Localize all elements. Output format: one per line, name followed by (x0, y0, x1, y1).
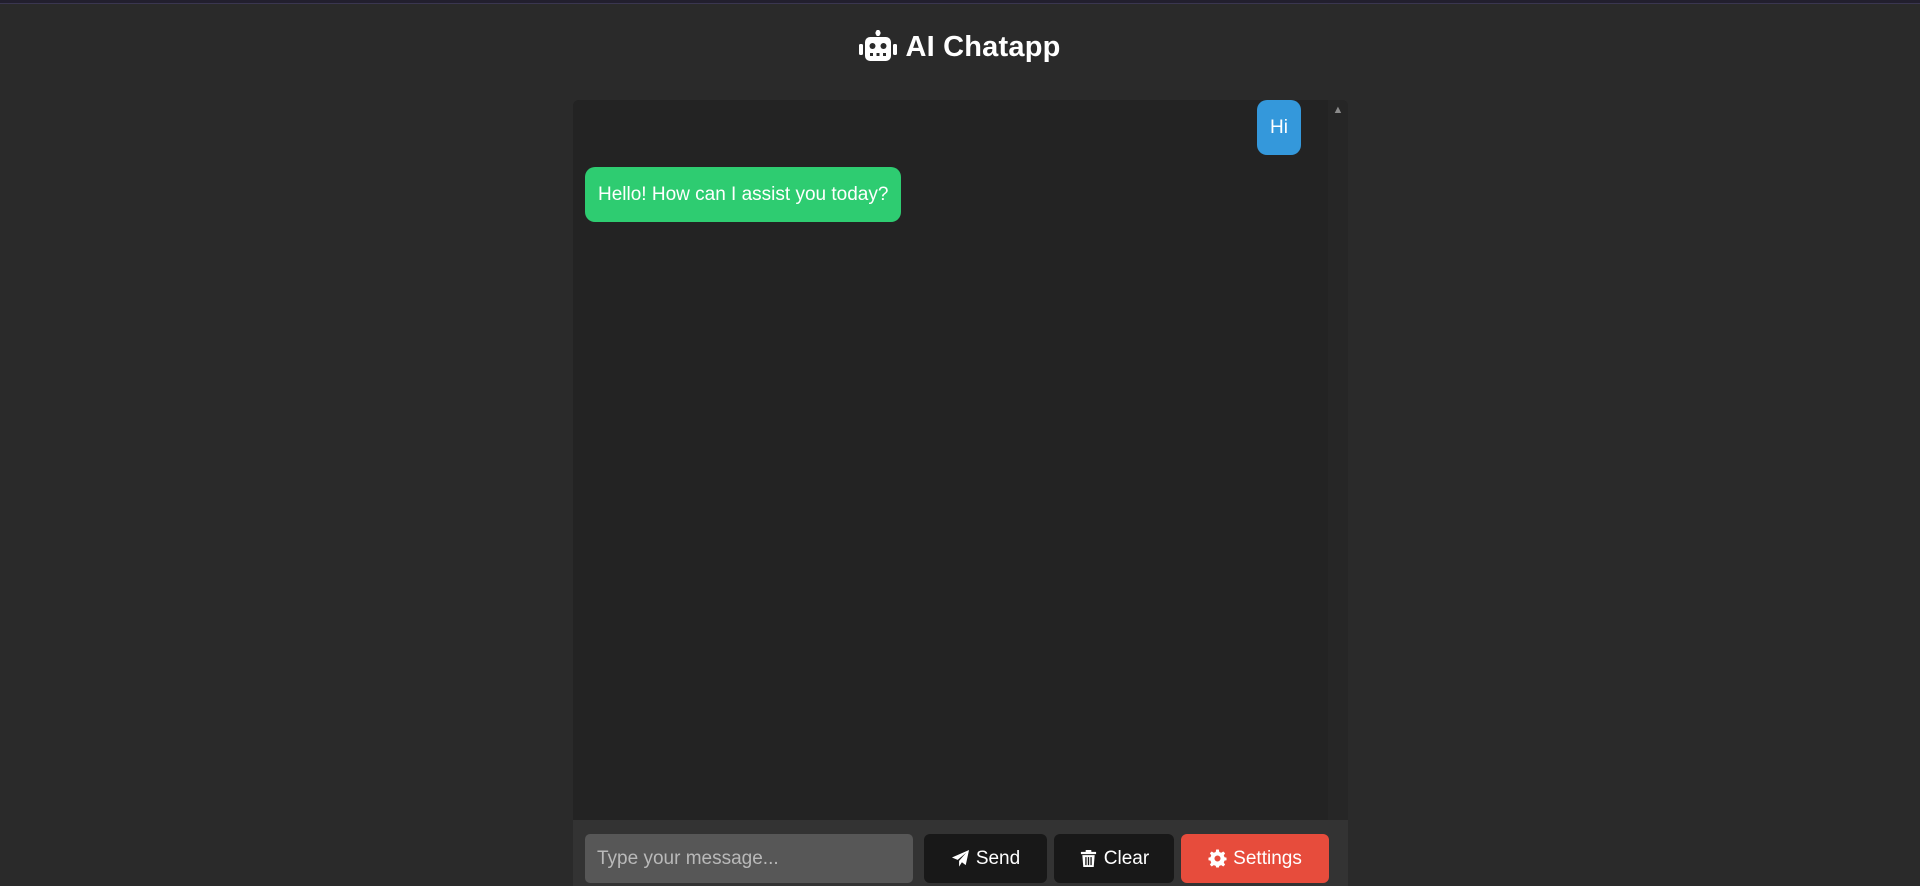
message-input[interactable] (585, 834, 913, 883)
gear-icon (1208, 849, 1227, 868)
scroll-up-arrow-icon[interactable]: ▲ (1328, 102, 1348, 118)
clear-button-label: Clear (1103, 847, 1150, 869)
window-top-border (0, 0, 1920, 4)
clear-button[interactable]: Clear (1054, 834, 1174, 883)
settings-button[interactable]: Settings (1181, 834, 1329, 883)
robot-icon (859, 30, 898, 61)
message-list-scrollbar[interactable]: ▲ (1328, 100, 1348, 820)
app-title: AI Chatapp (905, 30, 1061, 63)
send-button-label: Send (975, 847, 1021, 869)
chat-container: Hi Hello! How can I assist you today? ▲ … (573, 100, 1348, 886)
composer-bar: Send Clear Settings (573, 820, 1348, 886)
send-button[interactable]: Send (924, 834, 1047, 883)
user-message: Hi (1257, 100, 1301, 155)
trash-icon (1080, 849, 1096, 868)
app-header: AI Chatapp (0, 30, 1920, 64)
settings-button-label: Settings (1233, 847, 1302, 869)
paper-plane-icon (951, 849, 969, 867)
message-list[interactable]: Hi Hello! How can I assist you today? (573, 100, 1328, 820)
bot-message: Hello! How can I assist you today? (585, 167, 902, 222)
